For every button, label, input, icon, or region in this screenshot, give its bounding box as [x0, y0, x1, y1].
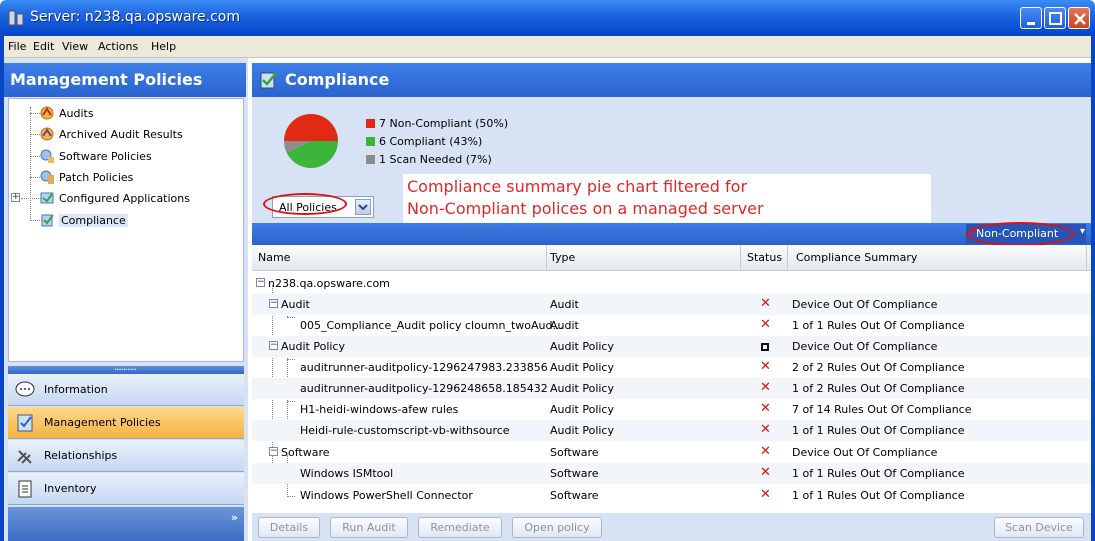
- column-type[interactable]: Type: [550, 251, 575, 264]
- chevron-down-icon[interactable]: ▾: [1080, 226, 1085, 237]
- configured-apps-icon: [40, 192, 54, 204]
- table-row[interactable]: auditrunner-auditpolicy-1296248658.18543…: [252, 378, 1091, 399]
- annotation-ellipse-status-filter: [966, 222, 1074, 246]
- annotation-line-2: Non-Compliant polices on a managed serve…: [407, 199, 764, 218]
- nav-information[interactable]: Information: [8, 374, 244, 406]
- legend-swatch-non-compliant: [366, 119, 375, 128]
- audit-icon: [40, 106, 54, 120]
- menu-help[interactable]: Help: [151, 40, 176, 53]
- table-row[interactable]: Windows ISMtool Software ✕ 1 of 1 Rules …: [252, 463, 1091, 484]
- scan-needed-status-icon: [761, 343, 769, 351]
- policy-tree: Audits Archived Audit Results Software P…: [8, 98, 244, 362]
- open-policy-button[interactable]: Open policy: [512, 517, 602, 538]
- details-button[interactable]: Details: [258, 517, 320, 538]
- compliance-header: Compliance: [252, 63, 1091, 97]
- non-compliant-x-icon: ✕: [760, 401, 771, 416]
- nav-inventory[interactable]: Inventory: [8, 473, 244, 505]
- compliance-table: Name Type Status Compliance Summary − n2…: [252, 245, 1091, 513]
- legend-swatch-scan-needed: [366, 155, 375, 164]
- left-panel-title: Management Policies: [10, 70, 203, 89]
- table-row[interactable]: − Software Software ✕ Device Out Of Comp…: [252, 442, 1091, 463]
- more-nav-icon[interactable]: »: [231, 511, 238, 524]
- remediate-button[interactable]: Remediate: [418, 517, 502, 538]
- maximize-button[interactable]: [1044, 7, 1066, 29]
- panel-splitter[interactable]: ..........: [8, 362, 244, 374]
- tree-item-software-policies[interactable]: Software Policies: [39, 147, 152, 165]
- server-app-icon: [8, 10, 24, 26]
- archived-audit-icon: [40, 127, 54, 141]
- collapse-root[interactable]: −: [256, 278, 265, 287]
- collapse-software-group[interactable]: −: [269, 447, 278, 456]
- menu-bar: File Edit View Actions Help: [0, 36, 1095, 58]
- annotation-callout: Compliance summary pie chart filtered fo…: [403, 174, 931, 224]
- table-row[interactable]: Heidi-rule-customscript-vb-withsource Au…: [252, 420, 1091, 441]
- table-row[interactable]: − Audit Policy Audit Policy Device Out O…: [252, 336, 1091, 357]
- column-name[interactable]: Name: [258, 251, 290, 264]
- window-title: Server: n238.qa.opsware.com: [30, 9, 240, 25]
- patch-policy-icon: [40, 170, 54, 184]
- legend-compliant: 6 Compliant (43%): [366, 135, 482, 148]
- nav-relationships[interactable]: Relationships: [8, 440, 244, 472]
- legend-scan-needed: 1 Scan Needed (7%): [366, 153, 492, 166]
- management-policies-icon: [17, 414, 33, 431]
- scan-device-button[interactable]: Scan Device: [994, 517, 1084, 538]
- tree-item-configured-applications[interactable]: Configured Applications: [39, 189, 190, 207]
- chevron-down-icon[interactable]: [355, 199, 371, 215]
- software-policy-icon: [40, 149, 54, 163]
- info-icon: [15, 381, 35, 396]
- collapse-audit-policy-group[interactable]: −: [269, 341, 278, 350]
- tree-item-archived-audit-results[interactable]: Archived Audit Results: [39, 125, 183, 143]
- non-compliant-x-icon: ✕: [760, 422, 771, 437]
- table-header: Name Type Status Compliance Summary: [252, 245, 1091, 271]
- tree-item-compliance[interactable]: Compliance: [39, 211, 128, 229]
- close-icon: [1074, 13, 1086, 25]
- close-button[interactable]: [1068, 7, 1090, 29]
- inventory-icon: [18, 480, 32, 497]
- tree-guide-line: [30, 107, 31, 221]
- title-bar: Server: n238.qa.opsware.com: [0, 0, 1095, 36]
- maximize-icon: [1049, 12, 1062, 25]
- menu-actions[interactable]: Actions: [98, 40, 138, 53]
- left-panel-header: Management Policies: [4, 63, 246, 97]
- minimize-icon: [1027, 22, 1035, 25]
- non-compliant-x-icon: ✕: [760, 359, 771, 374]
- table-row[interactable]: 005_Compliance_Audit policy cloumn_twoAu…: [252, 315, 1091, 336]
- run-audit-button[interactable]: Run Audit: [330, 517, 408, 538]
- column-status[interactable]: Status: [747, 251, 782, 264]
- collapse-audit-group[interactable]: −: [269, 299, 278, 308]
- column-compliance-summary[interactable]: Compliance Summary: [796, 251, 917, 264]
- non-compliant-x-icon: ✕: [760, 487, 771, 502]
- non-compliant-x-icon: ✕: [760, 296, 771, 311]
- nav-management-policies[interactable]: Management Policies: [8, 407, 244, 439]
- window-frame-right: [1091, 36, 1095, 541]
- table-row[interactable]: Windows PowerShell Connector Software ✕ …: [252, 485, 1091, 506]
- table-row[interactable]: − Audit Audit ✕ Device Out Of Compliance: [252, 294, 1091, 315]
- compliance-icon: [41, 214, 54, 227]
- tree-item-patch-policies[interactable]: Patch Policies: [39, 168, 133, 186]
- table-row[interactable]: auditrunner-auditpolicy-1296247983.23385…: [252, 357, 1091, 378]
- tree-guide: [21, 198, 41, 199]
- table-row[interactable]: H1-heidi-windows-afew rules Audit Policy…: [252, 399, 1091, 420]
- relationships-icon: [17, 449, 32, 464]
- non-compliant-x-icon: ✕: [760, 444, 771, 459]
- compliance-header-icon: [260, 72, 277, 89]
- annotation-ellipse-policy-filter: [263, 193, 347, 215]
- expand-configured-apps[interactable]: +: [11, 193, 20, 202]
- compliance-title: Compliance: [285, 70, 390, 89]
- non-compliant-x-icon: ✕: [760, 317, 771, 332]
- pie-slice: [284, 114, 338, 141]
- table-row-root[interactable]: − n238.qa.opsware.com: [252, 273, 1091, 294]
- menu-edit[interactable]: Edit: [33, 40, 54, 53]
- non-compliant-x-icon: ✕: [760, 380, 771, 395]
- nav-footer: »: [8, 507, 244, 541]
- menu-file[interactable]: File: [8, 40, 26, 53]
- menu-view[interactable]: View: [62, 40, 88, 53]
- legend-swatch-compliant: [366, 137, 375, 146]
- non-compliant-x-icon: ✕: [760, 465, 771, 480]
- compliance-pie-chart: [284, 114, 338, 168]
- legend-non-compliant: 7 Non-Compliant (50%): [366, 117, 508, 130]
- annotation-line-1: Compliance summary pie chart filtered fo…: [407, 177, 748, 196]
- minimize-button[interactable]: [1020, 7, 1042, 29]
- tree-item-audits[interactable]: Audits: [39, 104, 94, 122]
